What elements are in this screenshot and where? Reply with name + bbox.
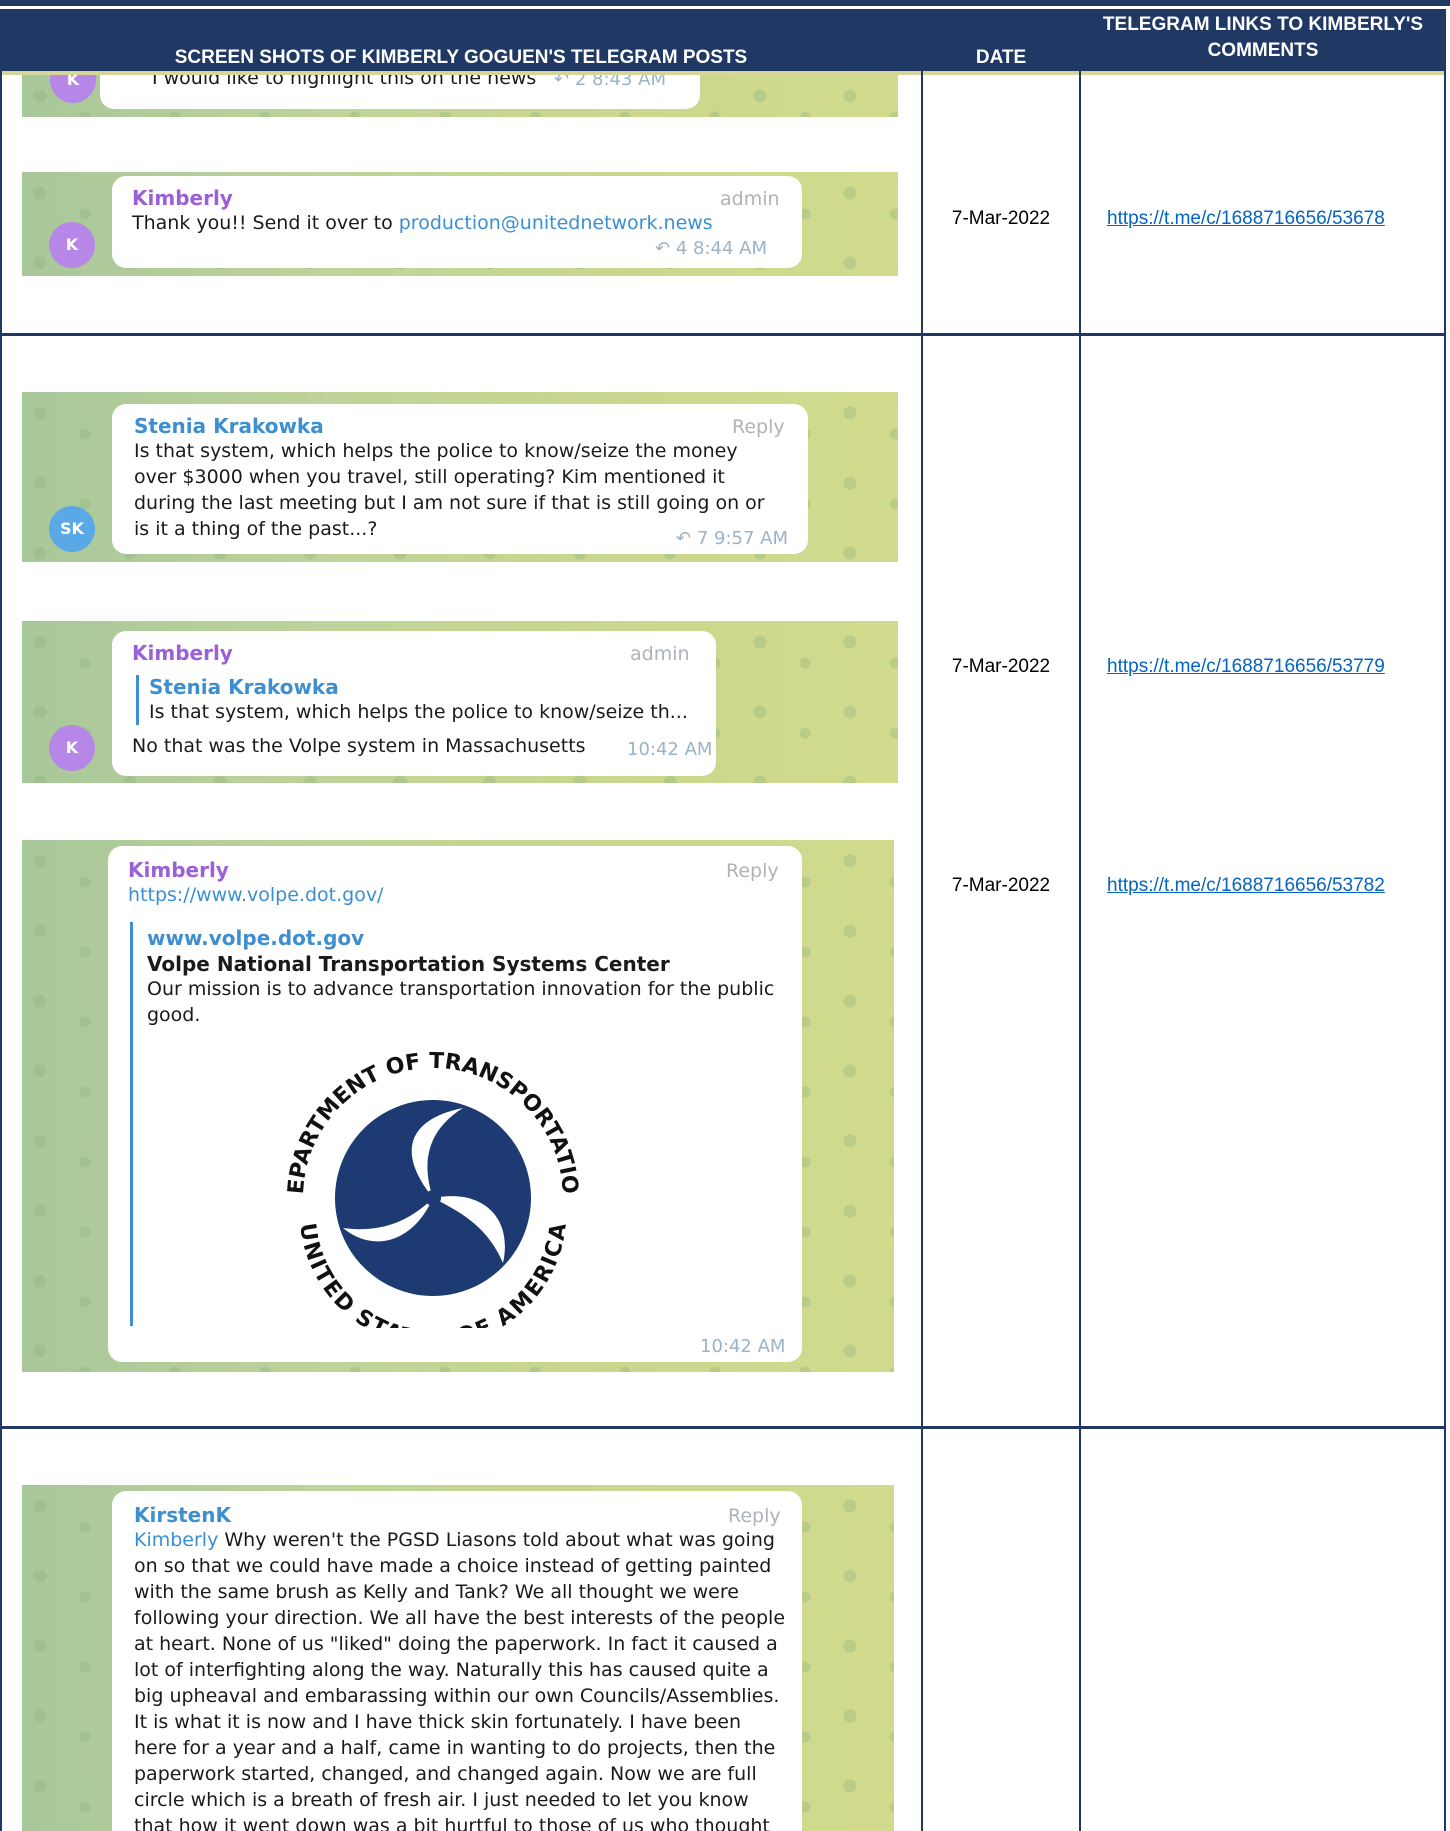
screenshot-kirstenk: KirstenK Reply Kimberly Why weren't the … — [22, 1485, 894, 1831]
message-meta: ↶ 7 9:57 AM — [676, 528, 789, 549]
date-cell: 7-Mar-2022 — [951, 875, 1051, 896]
avatar: K — [50, 75, 96, 103]
telegram-link[interactable]: https://t.me/c/1688716656/53779 — [1107, 656, 1385, 678]
admin-tag: admin — [630, 643, 690, 665]
message-time: 10:42 AM — [627, 739, 713, 760]
header-date: DATE — [975, 47, 1027, 68]
screenshot-stenia-question: SK Stenia Krakowka Reply Is that system,… — [22, 392, 898, 562]
screenshot-kimberly-thanks: K Kimberly admin Thank you!! Send it ove… — [22, 172, 898, 276]
message-bubble: KirstenK Reply Kimberly Why weren't the … — [112, 1491, 802, 1831]
reply-button[interactable]: Reply — [728, 1505, 781, 1527]
message-text: I would like to highlight this on the ne… — [152, 75, 537, 89]
link-preview[interactable]: www.volpe.dot.gov Volpe National Transpo… — [130, 922, 774, 1328]
reply-button[interactable]: Reply — [726, 860, 779, 882]
preview-title: Volpe National Transportation Systems Ce… — [147, 952, 670, 976]
avatar: K — [49, 222, 95, 268]
header-screenshots: SCREEN SHOTS OF KIMBERLY GOGUEN'S TELEGR… — [174, 47, 748, 68]
admin-tag: admin — [720, 188, 780, 210]
quoted-message[interactable]: Stenia Krakowka Is that system, which he… — [136, 675, 688, 725]
telegram-link[interactable]: https://t.me/c/1688716656/53678 — [1107, 208, 1385, 230]
column-divider-date — [921, 9, 923, 1831]
sender-name: Stenia Krakowka — [134, 414, 324, 438]
message-bubble: I would like to highlight this on the ne… — [100, 75, 700, 109]
row-divider-1 — [0, 333, 1446, 336]
reply-button[interactable]: Reply — [732, 416, 785, 438]
preview-site: www.volpe.dot.gov — [147, 926, 365, 950]
telegram-link[interactable]: https://t.me/c/1688716656/53782 — [1107, 875, 1385, 897]
message-text: No that was the Volpe system in Massachu… — [132, 735, 586, 757]
message-text: Kimberly Why weren't the PGSD Liasons to… — [134, 1529, 786, 1831]
message-meta: ↶ 4 8:44 AM — [655, 238, 768, 259]
mention-link[interactable]: Kimberly — [134, 1529, 218, 1551]
reply-arrow-icon: ↶ — [655, 238, 671, 259]
quoted-sender: Stenia Krakowka — [149, 675, 339, 699]
sender-name: KirstenK — [134, 1503, 231, 1527]
message-text: Thank you!! Send it over to production@u… — [132, 212, 713, 234]
message-text: Is that system, which helps the police t… — [134, 440, 765, 540]
message-bubble: Kimberly admin Stenia Krakowka Is that s… — [112, 631, 716, 776]
sender-name: Kimberly — [132, 186, 233, 210]
sender-name: Kimberly — [132, 641, 233, 665]
sender-name: Kimberly — [128, 858, 229, 882]
table-header: SCREEN SHOTS OF KIMBERLY GOGUEN'S TELEGR… — [0, 9, 1446, 71]
screenshot-partial: K I would like to highlight this on the … — [22, 75, 898, 117]
header-links: TELEGRAM LINKS TO KIMBERLY'S COMMENTS — [1102, 14, 1424, 61]
message-url[interactable]: https://www.volpe.dot.gov/ — [128, 882, 383, 908]
table-border-right — [1444, 9, 1446, 1831]
message-time: 10:42 AM — [700, 1336, 786, 1357]
reply-arrow-icon: ↶ — [554, 75, 570, 90]
message-bubble: Stenia Krakowka Reply Is that system, wh… — [112, 404, 808, 554]
message-bubble: Kimberly Reply https://www.volpe.dot.gov… — [108, 846, 802, 1362]
message-meta: ↶ 2 8:43 AM — [554, 75, 666, 90]
quoted-text: Is that system, which helps the police t… — [149, 701, 688, 723]
table-border-left — [0, 9, 2, 1831]
screenshot-kimberly-volpe-reply: K Kimberly admin Stenia Krakowka Is that… — [22, 621, 898, 783]
screenshot-kimberly-volpe-link: Kimberly Reply https://www.volpe.dot.gov… — [22, 840, 894, 1372]
preview-description: Our mission is to advance transportation… — [147, 978, 775, 1026]
posts-table: SCREEN SHOTS OF KIMBERLY GOGUEN'S TELEGR… — [0, 0, 1450, 1831]
message-bubble: Kimberly admin Thank you!! Send it over … — [112, 176, 802, 268]
email-link[interactable]: production@unitednetwork.news — [399, 212, 713, 234]
column-divider-links — [1079, 9, 1081, 1831]
date-cell: 7-Mar-2022 — [951, 208, 1051, 229]
dot-seal-logo: DEPARTMENT OF TRANSPORTATION UNITED STAT… — [263, 1038, 582, 1328]
row-divider-2 — [0, 1426, 1446, 1429]
date-cell: 7-Mar-2022 — [951, 656, 1051, 677]
reply-arrow-icon: ↶ — [676, 528, 692, 549]
avatar: SK — [49, 506, 95, 552]
avatar: K — [49, 725, 95, 771]
